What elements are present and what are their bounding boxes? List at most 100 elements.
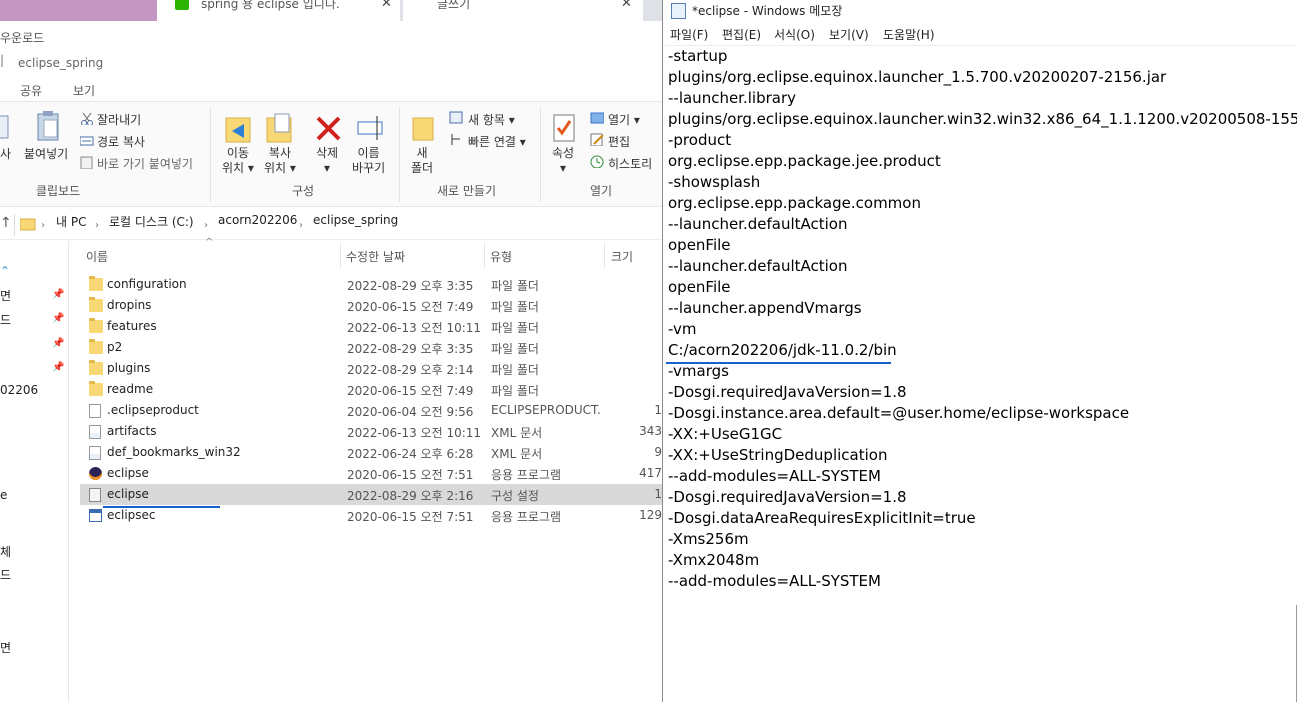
text-line: -Dosgi.instance.area.default=@user.home/… xyxy=(668,404,1130,422)
text-line: openFile xyxy=(668,278,731,296)
folder-icon xyxy=(89,297,103,312)
file-row[interactable]: p2 2022-08-29 오후 3:35 파일 폴더 xyxy=(80,337,662,358)
text-line: -product xyxy=(668,131,732,149)
file-name: def_bookmarks_win32 xyxy=(107,445,241,459)
folder-icon xyxy=(89,360,103,375)
tab-label: 글쓰기 xyxy=(437,0,471,11)
text-line: -vm xyxy=(668,320,697,338)
tab-label: spring 용 eclipse 입니다. xyxy=(201,0,340,11)
file-type: 응용 프로그램 xyxy=(491,468,562,482)
menu-separator xyxy=(663,45,1296,46)
file-row[interactable]: eclipse 2022-08-29 오후 2:16 구성 설정 1 xyxy=(80,484,662,505)
text-line: -XX:+UseStringDeduplication xyxy=(668,446,888,464)
file-type: XML 문서 xyxy=(491,447,543,461)
file-name: plugins xyxy=(107,361,151,375)
file-type: ECLIPSEPRODUCT... xyxy=(491,403,601,417)
file-type: 파일 폴더 xyxy=(491,384,539,398)
file-row[interactable]: eclipsec 2020-06-15 오전 7:51 응용 프로그램 129 xyxy=(80,505,662,526)
app-icon xyxy=(89,509,102,522)
text-line: org.eclipse.epp.package.jee.product xyxy=(668,152,941,170)
browser-tab-strip: spring 용 eclipse 입니다. ✕ 글쓰기 ✕ xyxy=(0,0,662,21)
file-date: 2022-06-13 오전 10:11 xyxy=(347,321,482,335)
text-line: openFile xyxy=(668,236,731,254)
text-line: --launcher.library xyxy=(668,89,796,107)
file-name: readme xyxy=(107,382,154,396)
file-date: 2022-08-29 오후 2:16 xyxy=(347,489,474,503)
file-date: 2022-08-29 오후 2:14 xyxy=(347,363,474,377)
file-row[interactable]: dropins 2020-06-15 오전 7:49 파일 폴더 xyxy=(80,295,662,316)
notepad-window: *eclipse - Windows 메모장 파일(F) 편집(E) 서식(O)… xyxy=(662,0,1297,702)
file-date: 2022-06-24 오후 6:28 xyxy=(347,447,474,461)
config-icon xyxy=(89,488,101,502)
file-type: 파일 폴더 xyxy=(491,321,539,335)
file-size: 9 xyxy=(654,445,662,459)
file-size: 1 xyxy=(654,487,662,501)
menu-format[interactable]: 서식(O) xyxy=(774,26,815,43)
file-name: p2 xyxy=(107,340,123,354)
underline-annotation xyxy=(666,362,891,364)
xml-icon xyxy=(89,425,101,439)
text-line: -Dosgi.requiredJavaVersion=1.8 xyxy=(668,488,907,506)
close-icon[interactable]: ✕ xyxy=(381,0,392,11)
file-type: 응용 프로그램 xyxy=(491,510,562,524)
file-size: 129 xyxy=(639,508,662,522)
folder-icon xyxy=(89,339,103,354)
browser-tab-spring[interactable]: spring 용 eclipse 입니다. ✕ xyxy=(157,0,400,21)
file-row[interactable]: eclipse 2020-06-15 오전 7:51 응용 프로그램 417 xyxy=(80,463,662,484)
notepad-title: *eclipse - Windows 메모장 xyxy=(692,4,843,18)
menu-view[interactable]: 보기(V) xyxy=(829,26,869,43)
text-line: -Dosgi.dataAreaRequiresExplicitInit=true xyxy=(668,509,976,527)
eclipse-icon xyxy=(89,467,102,480)
text-line: plugins/org.eclipse.equinox.launcher.win… xyxy=(668,110,1297,128)
file-row[interactable]: configuration 2022-08-29 오후 3:35 파일 폴더 xyxy=(80,274,662,295)
menu-help[interactable]: 도움말(H) xyxy=(883,26,935,43)
text-line: -Dosgi.requiredJavaVersion=1.8 xyxy=(668,383,907,401)
file-row[interactable]: .eclipseproduct 2020-06-04 오전 9:56 ECLIPSE… xyxy=(80,400,662,421)
close-icon[interactable]: ✕ xyxy=(621,0,632,11)
naver-blog-icon xyxy=(175,0,189,10)
folder-icon xyxy=(89,381,103,396)
file-type: 파일 폴더 xyxy=(491,342,539,356)
file-date: 2022-08-29 오후 3:35 xyxy=(347,342,474,356)
file-name: eclipsec xyxy=(107,508,156,522)
file-type: 파일 폴더 xyxy=(491,279,539,293)
file-date: 2020-06-15 오전 7:51 xyxy=(347,510,474,524)
file-row[interactable]: readme 2020-06-15 오전 7:49 파일 폴더 xyxy=(80,379,662,400)
file-name: eclipse xyxy=(107,466,149,480)
file-row[interactable]: artifacts 2022-06-13 오전 10:11 XML 문서 343 xyxy=(80,421,662,442)
text-line: --add-modules=ALL-SYSTEM xyxy=(668,467,881,485)
notepad-icon xyxy=(671,3,686,19)
file-name: artifacts xyxy=(107,424,157,438)
text-line: -Xms256m xyxy=(668,530,749,548)
file-type: 파일 폴더 xyxy=(491,300,539,314)
file-list: configuration 2022-08-29 오후 3:35 파일 폴더 drop… xyxy=(0,21,662,702)
text-line: -XX:+UseG1GC xyxy=(668,425,783,443)
browser-background xyxy=(0,0,157,21)
text-line: plugins/org.eclipse.equinox.launcher_1.5… xyxy=(668,68,1167,86)
text-line: --launcher.appendVmargs xyxy=(668,299,862,317)
file-size: 1 xyxy=(654,403,662,417)
file-name: configuration xyxy=(107,277,187,291)
file-date: 2022-08-29 오후 3:35 xyxy=(347,279,474,293)
file-size: 343 xyxy=(639,424,662,438)
file-size: 417 xyxy=(639,466,662,480)
file-name: eclipse xyxy=(107,487,149,501)
file-name: .eclipseproduct xyxy=(107,403,199,417)
underline-annotation xyxy=(103,506,220,508)
file-type: XML 문서 xyxy=(491,426,543,440)
browser-tab-write[interactable]: 글쓰기 ✕ xyxy=(403,0,643,21)
menu-file[interactable]: 파일(F) xyxy=(670,26,708,43)
file-icon xyxy=(89,404,101,418)
file-row[interactable]: plugins 2022-08-29 오후 2:14 파일 폴더 xyxy=(80,358,662,379)
text-line: --add-modules=ALL-SYSTEM xyxy=(668,572,881,590)
xml-icon xyxy=(89,446,101,460)
file-name: features xyxy=(107,319,157,333)
file-date: 2020-06-04 오전 9:56 xyxy=(347,405,474,419)
menu-edit[interactable]: 편집(E) xyxy=(722,26,761,43)
file-date: 2020-06-15 오전 7:49 xyxy=(347,384,474,398)
file-explorer-window: 우운로드 | eclipse_spring 공유 보기 사 붙여넣기 잘라내기 … xyxy=(0,21,662,702)
file-row[interactable]: features 2022-06-13 오전 10:11 파일 폴더 xyxy=(80,316,662,337)
notepad-menu-bar: 파일(F) 편집(E) 서식(O) 보기(V) 도움말(H) xyxy=(663,23,1297,44)
text-line: --launcher.defaultAction xyxy=(668,257,848,275)
file-row[interactable]: def_bookmarks_win32 2022-06-24 오후 6:28 XML… xyxy=(80,442,662,463)
